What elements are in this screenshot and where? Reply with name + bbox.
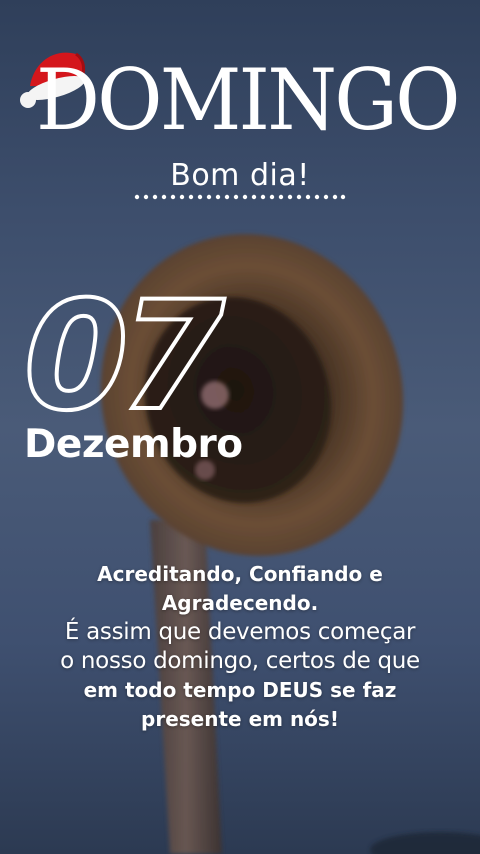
message-line: o nosso domingo, certos de que	[60, 648, 420, 674]
month-label: Dezembro	[24, 422, 243, 467]
greeting-text: Bom dia!	[170, 158, 310, 193]
day-number-text: 07	[24, 270, 225, 428]
day-number: 07	[24, 268, 235, 428]
message-line: Acreditando, Confiando e	[97, 562, 383, 586]
status-card: DOMINGO Bom dia! 07 Dezembro Acreditando…	[0, 0, 480, 854]
dotted-divider	[134, 194, 346, 200]
page-title: DOMINGO	[36, 51, 461, 149]
message-line: em todo tempo DEUS se faz	[83, 678, 397, 702]
message-text: Acreditando, Confiando e Agradecendo. É …	[20, 560, 460, 734]
message-line: presente em nós!	[141, 707, 339, 731]
message-line: É assim que devemos começar	[64, 619, 416, 645]
message-line: Agradecendo.	[161, 591, 319, 615]
